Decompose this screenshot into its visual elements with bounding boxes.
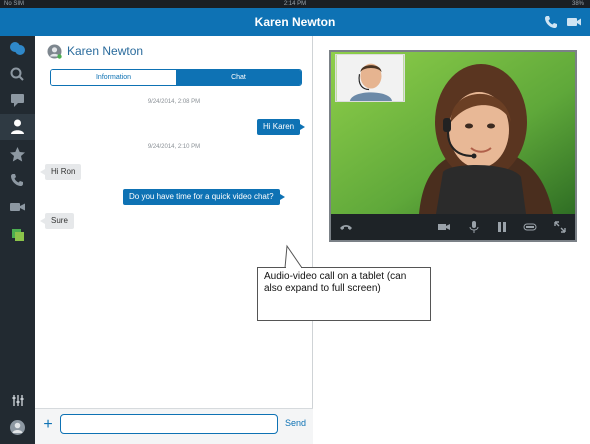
clock: 2:14 PM	[283, 1, 307, 7]
settings-sliders-icon[interactable]	[8, 392, 27, 409]
tab-bar: Information Chat	[50, 69, 302, 86]
page-title: Karen Newton	[254, 15, 336, 29]
presence-icon[interactable]	[8, 226, 27, 243]
message-input[interactable]	[60, 414, 278, 434]
sidebar-item-contacts[interactable]	[0, 114, 35, 140]
contact-icon	[11, 119, 24, 134]
video-panel	[313, 36, 590, 444]
user-avatar-icon[interactable]	[8, 419, 27, 436]
video-toggle-icon[interactable]	[437, 220, 451, 234]
pause-icon[interactable]	[495, 220, 509, 234]
video-call-window[interactable]	[329, 50, 577, 242]
annotation-callout: Audio-video call on a tablet (can also e…	[257, 267, 431, 321]
video-call-controls	[331, 214, 575, 240]
compose-bar: + Send	[35, 408, 313, 444]
star-icon[interactable]	[8, 146, 27, 163]
phone-icon[interactable]	[8, 173, 27, 190]
tab-information[interactable]: Information	[51, 70, 176, 85]
send-button[interactable]: Send	[285, 418, 306, 428]
speaker-icon[interactable]	[523, 220, 537, 234]
chat-panel: Karen Newton Information Chat 9/24/2014,…	[35, 36, 313, 444]
battery-level: 38%	[571, 1, 584, 7]
message-icon[interactable]	[8, 92, 27, 109]
chat-bubbles-icon[interactable]	[8, 40, 27, 57]
status-bar: No SIM 2:14 PM 38%	[0, 0, 590, 8]
video-icon[interactable]	[566, 14, 582, 30]
microphone-icon[interactable]	[467, 220, 481, 234]
contact-name: Karen Newton	[67, 44, 144, 58]
search-icon[interactable]	[8, 66, 27, 83]
hang-up-icon[interactable]	[339, 220, 353, 234]
tab-chat[interactable]: Chat	[176, 70, 301, 85]
expand-icon[interactable]	[553, 220, 567, 234]
self-preview-video[interactable]	[335, 54, 405, 102]
outgoing-message[interactable]: Hi Karen	[257, 119, 306, 135]
message-timestamp: 9/24/2014, 2:08 PM	[147, 99, 201, 105]
title-bar: Karen Newton	[0, 8, 590, 36]
phone-icon[interactable]	[543, 14, 559, 30]
left-navigation-rail	[0, 36, 35, 444]
incoming-message[interactable]: Sure	[40, 213, 74, 229]
add-attachment-button[interactable]: +	[41, 417, 55, 433]
video-icon[interactable]	[8, 199, 27, 216]
incoming-message[interactable]: Hi Ron	[39, 164, 82, 180]
outgoing-message[interactable]: Do you have time for a quick video chat?	[123, 189, 285, 205]
message-timestamp: 9/24/2014, 2:10 PM	[147, 144, 201, 150]
avatar	[47, 44, 62, 59]
